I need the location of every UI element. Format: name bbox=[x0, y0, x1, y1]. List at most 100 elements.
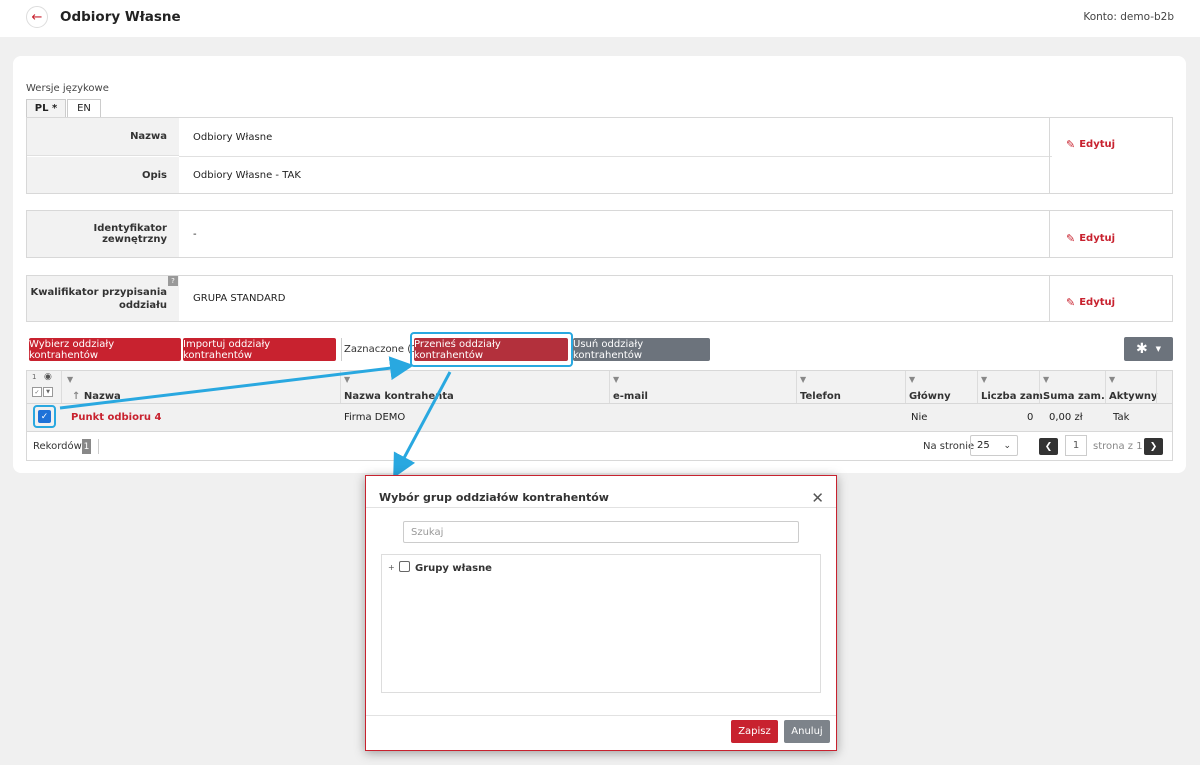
column-header-phone[interactable]: Telefon bbox=[800, 391, 841, 402]
tab-pl[interactable]: PL * bbox=[26, 99, 66, 117]
next-page-button[interactable]: ❯ bbox=[1144, 438, 1163, 455]
modal-title: Wybór grup oddziałów kontrahentów bbox=[379, 491, 609, 504]
edit-cell: ✎ Edytuj bbox=[1049, 211, 1172, 257]
table-footer: Rekordów: 1 Na stronie 25 ⌄ ❮ 1 strona z… bbox=[27, 432, 1172, 461]
column-separator bbox=[796, 371, 797, 403]
column-separator bbox=[1039, 371, 1040, 403]
qualifier-panel: Kwalifikator przypisania oddziału ? GRUP… bbox=[26, 275, 1173, 322]
toolbar-divider bbox=[341, 338, 342, 361]
prev-page-button[interactable]: ❮ bbox=[1039, 438, 1058, 455]
group-tree: + Grupy własne bbox=[381, 554, 821, 693]
column-separator bbox=[340, 371, 341, 403]
group-selection-modal: Wybór grup oddziałów kontrahentów ✕ Szuk… bbox=[365, 475, 837, 751]
select-dropdown-icon[interactable]: ▼ bbox=[43, 387, 53, 397]
filter-icon[interactable]: ▼ bbox=[1109, 375, 1115, 384]
top-bar: ← Odbiory Własne Konto: demo-b2b bbox=[0, 0, 1200, 37]
column-header-active[interactable]: Aktywny bbox=[1109, 391, 1158, 402]
edit-name-button[interactable]: ✎ Edytuj bbox=[1066, 138, 1115, 151]
save-button[interactable]: Zapisz bbox=[731, 720, 778, 743]
column-header-email[interactable]: e-mail bbox=[613, 391, 648, 402]
external-id-label: Identyfikator zewnętrzny bbox=[27, 211, 179, 257]
description-label: Opis bbox=[27, 157, 179, 193]
page-title: Odbiory Własne bbox=[60, 9, 181, 25]
name-value: Odbiory Własne bbox=[193, 131, 273, 143]
modal-divider bbox=[366, 507, 836, 508]
column-header-name[interactable]: ↑ Nazwa bbox=[72, 391, 121, 402]
language-versions-label: Wersje językowe bbox=[26, 83, 109, 94]
highlight-frame bbox=[410, 332, 573, 367]
description-value: Odbiory Własne - TAK bbox=[193, 169, 301, 181]
tab-en[interactable]: EN bbox=[67, 99, 101, 117]
qualifier-label: Kwalifikator przypisania oddziału bbox=[27, 276, 179, 321]
highlight-frame bbox=[33, 405, 56, 428]
filter-icon[interactable]: ▼ bbox=[613, 375, 619, 384]
per-page-label: Na stronie bbox=[923, 441, 975, 452]
close-icon[interactable]: ✕ bbox=[811, 489, 824, 507]
chevron-down-icon: ▼ bbox=[1155, 345, 1162, 353]
select-branches-button[interactable]: Wybierz oddziały kontrahentów bbox=[29, 338, 181, 361]
page-of-label: strona z 1 bbox=[1093, 441, 1143, 452]
edit-label: Edytuj bbox=[1079, 139, 1116, 150]
pencil-icon: ✎ bbox=[1066, 138, 1076, 151]
column-header-order-sum[interactable]: Suma zam. bbox=[1043, 391, 1105, 402]
edit-cell: ✎ Edytuj bbox=[1049, 276, 1172, 321]
branches-table: 1 ◉ ✓ ▼ ▼ ↑ Nazwa ▼ Nazwa kontrahenta ▼ … bbox=[26, 370, 1173, 461]
column-header-order-count[interactable]: Liczba zam. bbox=[981, 391, 1047, 402]
expand-icon[interactable]: + bbox=[388, 563, 395, 572]
active-cell: Tak bbox=[1113, 412, 1130, 423]
column-header-contractor[interactable]: Nazwa kontrahenta bbox=[344, 391, 454, 402]
filter-icon[interactable]: ▼ bbox=[981, 375, 987, 384]
name-description-panel: Nazwa Odbiory Własne Opis Odbiory Własne… bbox=[26, 117, 1173, 194]
eye-icon[interactable]: ◉ bbox=[44, 372, 52, 382]
column-header-main[interactable]: Główny bbox=[909, 391, 951, 402]
search-input[interactable]: Szukaj bbox=[403, 521, 799, 543]
select-all-checkbox[interactable]: ✓ bbox=[32, 387, 42, 397]
contractor-cell: Firma DEMO bbox=[344, 412, 406, 423]
page-input[interactable]: 1 bbox=[1065, 435, 1087, 456]
branch-name-link[interactable]: Punkt odbioru 4 bbox=[71, 412, 161, 423]
per-page-select[interactable]: 25 ⌄ bbox=[970, 435, 1018, 456]
qualifier-value: GRUPA STANDARD bbox=[193, 293, 286, 304]
footer-divider bbox=[98, 439, 99, 454]
pencil-icon: ✎ bbox=[1066, 232, 1076, 245]
main-card: Wersje językowe PL * EN Nazwa Odbiory Wł… bbox=[13, 56, 1186, 473]
help-icon[interactable]: ? bbox=[168, 276, 178, 286]
count-indicator: 1 bbox=[32, 373, 37, 381]
cancel-button[interactable]: Anuluj bbox=[784, 720, 830, 743]
main-cell: Nie bbox=[911, 412, 928, 423]
records-count: 1 bbox=[82, 439, 91, 454]
column-separator bbox=[1156, 371, 1157, 403]
delete-branches-button[interactable]: Usuń oddziały kontrahentów bbox=[573, 338, 710, 361]
filter-icon[interactable]: ▼ bbox=[909, 375, 915, 384]
chevron-down-icon: ⌄ bbox=[1003, 440, 1011, 451]
external-id-panel: Identyfikator zewnętrzny - ✎ Edytuj bbox=[26, 210, 1173, 258]
column-separator bbox=[61, 371, 62, 403]
tree-item-label[interactable]: Grupy własne bbox=[415, 563, 492, 574]
modal-divider bbox=[366, 715, 836, 716]
table-header: 1 ◉ ✓ ▼ ▼ ↑ Nazwa ▼ Nazwa kontrahenta ▼ … bbox=[27, 371, 1172, 404]
account-label: Konto: demo-b2b bbox=[1083, 11, 1174, 23]
sort-icon: ↑ bbox=[72, 391, 81, 402]
group-checkbox[interactable] bbox=[399, 561, 410, 572]
table-row[interactable]: ✓ Punkt odbioru 4 Firma DEMO Nie 0 0,00 … bbox=[27, 404, 1172, 432]
filter-icon[interactable]: ▼ bbox=[67, 375, 73, 384]
column-name-label: Nazwa bbox=[83, 391, 121, 402]
settings-menu-button[interactable]: ✱ ▼ bbox=[1124, 337, 1173, 361]
column-separator bbox=[609, 371, 610, 403]
order-sum-cell: 0,00 zł bbox=[1049, 412, 1083, 423]
import-branches-button[interactable]: Importuj oddziały kontrahentów bbox=[183, 338, 336, 361]
row-divider bbox=[179, 156, 1052, 157]
column-separator bbox=[1105, 371, 1106, 403]
back-arrow-icon[interactable]: ← bbox=[26, 6, 48, 28]
edit-cell: ✎ Edytuj bbox=[1049, 118, 1172, 193]
edit-qualifier-button[interactable]: ✎ Edytuj bbox=[1066, 296, 1115, 309]
filter-icon[interactable]: ▼ bbox=[800, 375, 806, 384]
filter-icon[interactable]: ▼ bbox=[344, 375, 350, 384]
name-label: Nazwa bbox=[27, 118, 179, 156]
external-id-value: - bbox=[193, 228, 197, 240]
edit-external-id-button[interactable]: ✎ Edytuj bbox=[1066, 232, 1115, 245]
column-separator bbox=[905, 371, 906, 403]
order-count-cell: 0 bbox=[1027, 412, 1034, 423]
filter-icon[interactable]: ▼ bbox=[1043, 375, 1049, 384]
edit-label: Edytuj bbox=[1079, 297, 1116, 308]
